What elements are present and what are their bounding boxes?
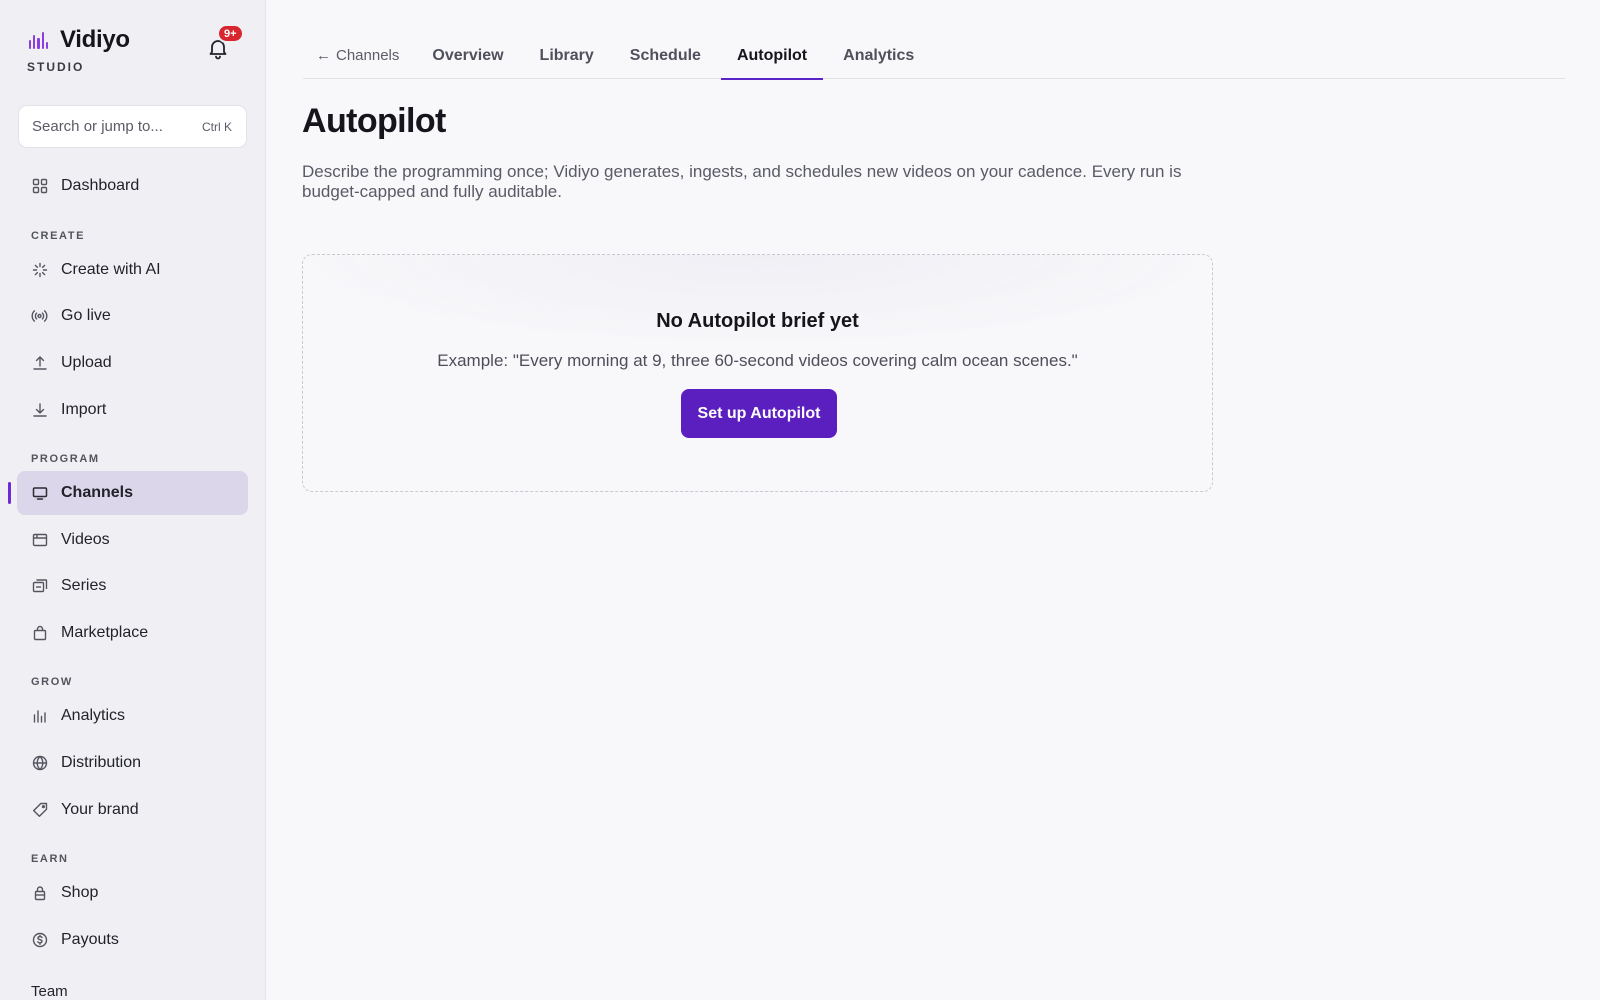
broadcast-icon — [31, 308, 48, 325]
sidebar-item-distribution[interactable]: Distribution — [17, 741, 248, 785]
sidebar-item-label: Channels — [61, 484, 134, 501]
section-label-grow: GROW — [31, 676, 73, 688]
sidebar-item-create-with-ai[interactable]: Create with AI — [17, 248, 248, 292]
tab-autopilot[interactable]: Autopilot — [720, 40, 824, 80]
sidebar-item-marketplace[interactable]: Marketplace — [17, 611, 248, 655]
sidebar-item-label: Distribution — [61, 754, 142, 771]
sidebar-item-label: Marketplace — [61, 624, 149, 641]
sidebar-item-videos[interactable]: Videos — [17, 518, 248, 562]
empty-state-card: No Autopilot brief yet Example: "Every m… — [302, 254, 1213, 492]
back-to-channels-link[interactable]: ← Channels — [316, 40, 399, 79]
sidebar-item-analytics[interactable]: Analytics — [17, 694, 248, 738]
bag-icon — [31, 625, 48, 642]
sidebar-item-go-live[interactable]: Go live — [17, 294, 248, 338]
section-label-earn: EARN — [31, 853, 69, 865]
sidebar-item-label: Import — [61, 401, 107, 418]
stack-icon — [31, 578, 48, 595]
sidebar-item-label: Upload — [61, 354, 112, 371]
sidebar-item-channels[interactable]: Channels — [17, 471, 248, 515]
sparkle-icon — [31, 262, 48, 279]
back-link-label: Channels — [336, 47, 400, 64]
download-icon — [31, 402, 48, 419]
sidebar-item-payouts[interactable]: Payouts — [17, 918, 248, 962]
monitor-icon — [31, 485, 48, 502]
sidebar-item-dashboard[interactable]: Dashboard — [17, 164, 248, 208]
tab-schedule[interactable]: Schedule — [630, 40, 701, 79]
active-indicator — [8, 482, 11, 504]
film-icon — [31, 532, 48, 549]
notification-badge: 9+ — [217, 24, 244, 43]
sidebar-item-series[interactable]: Series — [17, 564, 248, 608]
empty-state-example: Example: "Every morning at 9, three 60-s… — [437, 351, 1078, 370]
grid-icon — [31, 178, 48, 195]
sidebar-item-label: Dashboard — [61, 177, 140, 194]
sidebar-item-label: Series — [61, 577, 107, 594]
sidebar-item-label: Videos — [61, 531, 110, 548]
section-label-program: PROGRAM — [31, 453, 100, 465]
dollar-circle-icon — [31, 932, 48, 949]
sidebar-item-team[interactable]: Team — [31, 983, 68, 1000]
sidebar-item-label: Payouts — [61, 931, 119, 948]
lock-bag-icon — [31, 885, 48, 902]
page-description: Describe the programming once; Vidiyo ge… — [302, 162, 1182, 201]
brand-logo-icon — [29, 31, 49, 49]
bar-chart-icon — [31, 708, 48, 725]
brand-name: Vidiyo — [60, 26, 130, 53]
sidebar-item-upload[interactable]: Upload — [17, 341, 248, 385]
sidebar-item-label: Your brand — [61, 801, 139, 818]
arrow-left-icon: ← — [316, 47, 331, 64]
sidebar-item-your-brand[interactable]: Your brand — [17, 788, 248, 832]
empty-state-title: No Autopilot brief yet — [656, 310, 859, 332]
upload-icon — [31, 355, 48, 372]
tab-analytics[interactable]: Analytics — [843, 40, 914, 79]
sidebar-item-label: Analytics — [61, 707, 126, 724]
channel-tabs: ← Channels Overview Library Schedule Aut… — [303, 40, 1565, 80]
globe-icon — [31, 755, 48, 772]
search-shortcut: Ctrl K — [202, 119, 232, 134]
section-label-create: CREATE — [31, 230, 86, 242]
sidebar-item-import[interactable]: Import — [17, 388, 248, 432]
brand-subtitle: STUDIO — [27, 60, 85, 74]
search-input[interactable]: Search or jump to... Ctrl K — [18, 105, 247, 148]
tag-icon — [31, 802, 48, 819]
sidebar: Vidiyo STUDIO 9+ Search or jump to... Ct… — [0, 0, 266, 1000]
tab-overview[interactable]: Overview — [432, 40, 503, 79]
tab-library[interactable]: Library — [540, 40, 594, 79]
sidebar-item-label: Create with AI — [61, 261, 161, 278]
sidebar-item-label: Go live — [61, 307, 111, 324]
sidebar-item-label: Shop — [61, 884, 99, 901]
brand[interactable]: Vidiyo — [29, 26, 130, 54]
set-up-autopilot-button[interactable]: Set up Autopilot — [681, 389, 837, 438]
page-title: Autopilot — [302, 102, 446, 140]
sidebar-item-shop[interactable]: Shop — [17, 871, 248, 915]
search-placeholder: Search or jump to... — [32, 118, 163, 135]
